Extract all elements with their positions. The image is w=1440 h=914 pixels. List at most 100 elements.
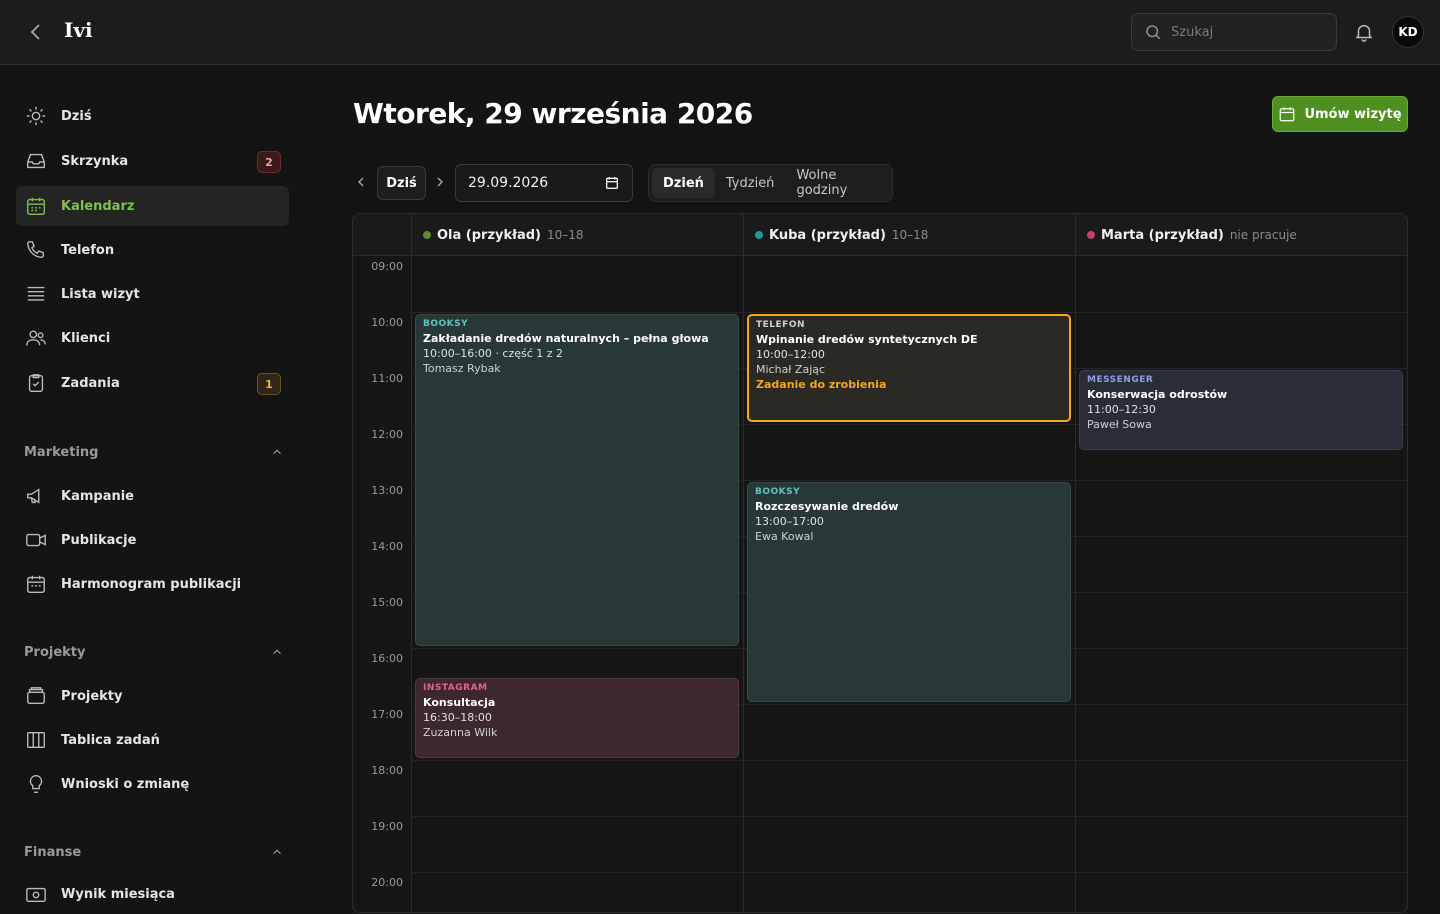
appointment-card[interactable]: BOOKSY Rozczesywanie dredów 13:00–17:00 Ewa… [747,482,1071,702]
sidebar-item-label: Lista wizyt [61,286,140,302]
chevron-left-icon[interactable] [353,174,369,190]
hour-gridline [411,872,1407,873]
appointment-time: 13:00–17:00 [755,515,824,528]
book-appointment-button[interactable]: Umów wizytę [1272,96,1408,132]
column-header[interactable]: Kuba (przykład) 10–18 [743,214,1075,256]
search-box[interactable] [1131,13,1337,51]
section-finanse[interactable]: Finanse [24,842,284,862]
appointment-card[interactable]: BOOKSY Zakładanie dredów naturalnych – pe… [415,314,739,646]
hour-label: 14:00 [371,540,403,553]
sidebar-item-label: Dziś [61,108,92,124]
sidebar-item-publikacje[interactable]: Publikacje [16,520,289,560]
sidebar-item-projekty[interactable]: Projekty [16,676,289,716]
hour-label: 09:00 [371,260,403,273]
view-option-week[interactable]: Tydzień [715,168,786,198]
sidebar-item-label: Zadania [61,375,120,391]
calendar-icon [1280,107,1295,122]
appointment-title: Konserwacja odrostów [1087,388,1228,401]
hour-label: 18:00 [371,764,403,777]
chevron-up-icon[interactable] [270,445,284,459]
hour-label: 17:00 [371,708,403,721]
sidebar-item-dzis[interactable]: Dziś [16,96,289,136]
appointment-client: Tomasz Rybak [423,362,501,375]
section-title: Finanse [24,844,82,860]
staff-name: Ola (przykład) [437,227,541,243]
appointment-time: 11:00–12:30 [1087,403,1156,416]
sidebar: Dziś Skrzynka 2 Kalendarz Telefon Lista … [0,66,306,903]
sidebar-item-harmonogram[interactable]: Harmonogram publikacji [16,564,289,604]
sidebar-item-label: Projekty [61,688,123,704]
sidebar-item-klienci[interactable]: Klienci [16,318,289,358]
bell-icon[interactable] [1353,21,1375,43]
chevron-up-icon[interactable] [270,845,284,859]
appointment-client: Zuzanna Wilk [423,726,498,739]
sun-icon [26,106,46,126]
top-bar: Ivi KD [0,0,1440,65]
tasks-count-badge: 1 [257,373,281,395]
sidebar-item-kalendarz[interactable]: Kalendarz [16,186,289,226]
sidebar-item-zadania[interactable]: Zadania 1 [16,363,289,403]
staff-color-dot [1087,231,1095,239]
chevron-right-icon[interactable] [432,174,448,190]
sidebar-item-label: Skrzynka [61,153,129,169]
sidebar-item-label: Wnioski o zmianę [61,776,190,792]
appointment-source: INSTAGRAM [423,683,488,693]
sidebar-item-label: Telefon [61,242,115,258]
hour-label: 13:00 [371,484,403,497]
section-title: Marketing [24,444,99,460]
view-option-day[interactable]: Dzień [652,168,715,198]
appointment-card[interactable]: INSTAGRAM Konsultacja 16:30–18:00 Zuzanna W… [415,678,739,758]
sidebar-item-tablica-zadan[interactable]: Tablica zadań [16,720,289,760]
hour-gridline [411,760,1407,761]
users-icon [26,330,46,346]
search-icon [1146,25,1161,40]
sidebar-item-wnioski[interactable]: Wnioski o zmianę [16,764,289,804]
list-icon [27,286,45,301]
appointment-time: 16:30–18:00 [423,711,492,724]
appointment-client: Paweł Sowa [1087,418,1152,431]
avatar[interactable]: KD [1392,16,1424,48]
wallet-icon [26,887,46,903]
column-divider [1075,214,1076,912]
back-icon[interactable] [24,20,48,44]
calendar-icon [27,575,45,593]
brand-logo: Ivi [64,18,93,42]
today-button[interactable]: Dziś [377,166,426,200]
sidebar-item-telefon[interactable]: Telefon [16,230,289,270]
search-input[interactable] [1171,24,1321,40]
appointment-source: TELEFON [756,320,806,330]
phone-icon [27,241,45,259]
hour-label: 15:00 [371,596,403,609]
view-option-free-hours[interactable]: Wolne godziny [785,168,889,198]
columns-icon [27,731,45,749]
sidebar-item-wynik-miesiaca[interactable]: Wynik miesiąca [16,874,289,914]
chevron-up-icon[interactable] [270,645,284,659]
hour-label: 16:00 [371,652,403,665]
sidebar-item-kampanie[interactable]: Kampanie [16,476,289,516]
appointment-title: Wpinanie dredów syntetycznych DE [756,333,978,346]
clipboard-icon [28,374,44,392]
appointment-card[interactable]: MESSENGER Konserwacja odrostów 11:00–12:30… [1079,370,1403,450]
appointment-card[interactable]: TELEFON Wpinanie dredów syntetycznych DE 1… [747,314,1071,422]
date-picker[interactable]: 29.09.2026 [455,164,633,202]
column-header[interactable]: Ola (przykład) 10–18 [411,214,743,256]
appointment-time: 10:00–16:00 · część 1 z 2 [423,347,564,360]
appointment-client: Michał Zając [756,363,826,376]
hour-label: 19:00 [371,820,403,833]
calendar-icon[interactable] [604,175,620,191]
column-divider [743,214,744,912]
section-title: Projekty [24,644,86,660]
sidebar-item-lista-wizyt[interactable]: Lista wizyt [16,274,289,314]
section-marketing[interactable]: Marketing [24,442,284,462]
sidebar-item-skrzynka[interactable]: Skrzynka 2 [16,141,289,181]
appointment-source: BOOKSY [755,487,801,497]
appointment-client: Ewa Kowal [755,530,814,543]
appointment-title: Zakładanie dredów naturalnych – pełna gł… [423,332,709,345]
column-header[interactable]: Marta (przykład) nie pracuje [1075,214,1407,256]
appointment-source: BOOKSY [423,319,469,329]
hour-label: 20:00 [371,876,403,889]
sidebar-item-label: Harmonogram publikacji [61,576,242,592]
sidebar-item-label: Kalendarz [61,198,135,214]
section-projekty[interactable]: Projekty [24,642,284,662]
day-calendar: 09:00 10:00 11:00 12:00 13:00 14:00 15:00 16:00… [352,213,1408,913]
